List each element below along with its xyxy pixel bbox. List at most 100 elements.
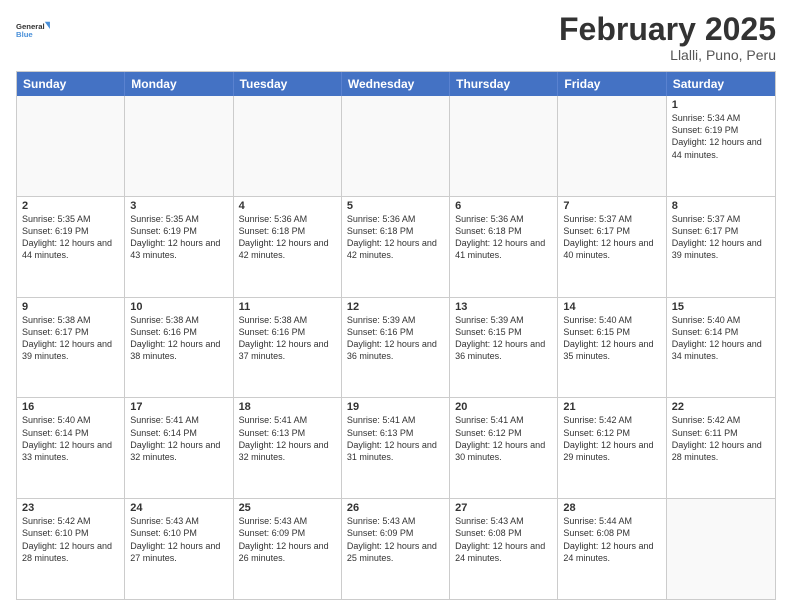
day-number: 12 [347,301,444,313]
day-info: Sunrise: 5:38 AM Sunset: 6:16 PM Dayligh… [239,314,336,363]
day-info: Sunrise: 5:43 AM Sunset: 6:09 PM Dayligh… [239,515,336,564]
header-day-monday: Monday [125,72,233,96]
day-info: Sunrise: 5:43 AM Sunset: 6:10 PM Dayligh… [130,515,227,564]
day-number: 19 [347,401,444,413]
header-day-sunday: Sunday [17,72,125,96]
calendar-empty-cell [234,96,342,196]
calendar-day-8: 8Sunrise: 5:37 AM Sunset: 6:17 PM Daylig… [667,197,775,297]
calendar-day-23: 23Sunrise: 5:42 AM Sunset: 6:10 PM Dayli… [17,499,125,599]
calendar-empty-cell [450,96,558,196]
day-number: 20 [455,401,552,413]
day-number: 15 [672,301,770,313]
calendar-day-12: 12Sunrise: 5:39 AM Sunset: 6:16 PM Dayli… [342,298,450,398]
calendar-day-27: 27Sunrise: 5:43 AM Sunset: 6:08 PM Dayli… [450,499,558,599]
calendar-day-6: 6Sunrise: 5:36 AM Sunset: 6:18 PM Daylig… [450,197,558,297]
header-day-tuesday: Tuesday [234,72,342,96]
calendar-day-15: 15Sunrise: 5:40 AM Sunset: 6:14 PM Dayli… [667,298,775,398]
day-info: Sunrise: 5:36 AM Sunset: 6:18 PM Dayligh… [347,213,444,262]
day-info: Sunrise: 5:41 AM Sunset: 6:14 PM Dayligh… [130,414,227,463]
day-number: 21 [563,401,660,413]
location-subtitle: Llalli, Puno, Peru [559,47,776,63]
day-number: 13 [455,301,552,313]
calendar-week-1: 1Sunrise: 5:34 AM Sunset: 6:19 PM Daylig… [17,96,775,196]
calendar-week-3: 9Sunrise: 5:38 AM Sunset: 6:17 PM Daylig… [17,297,775,398]
day-info: Sunrise: 5:43 AM Sunset: 6:09 PM Dayligh… [347,515,444,564]
calendar-day-22: 22Sunrise: 5:42 AM Sunset: 6:11 PM Dayli… [667,398,775,498]
logo-svg: General Blue [16,12,52,48]
calendar-day-11: 11Sunrise: 5:38 AM Sunset: 6:16 PM Dayli… [234,298,342,398]
calendar-empty-cell [667,499,775,599]
calendar-empty-cell [125,96,233,196]
calendar-header: SundayMondayTuesdayWednesdayThursdayFrid… [17,72,775,96]
day-number: 3 [130,200,227,212]
header: General Blue February 2025 Llalli, Puno,… [16,12,776,63]
calendar-day-3: 3Sunrise: 5:35 AM Sunset: 6:19 PM Daylig… [125,197,233,297]
svg-text:Blue: Blue [16,30,33,39]
title-block: February 2025 Llalli, Puno, Peru [559,12,776,63]
day-info: Sunrise: 5:38 AM Sunset: 6:16 PM Dayligh… [130,314,227,363]
month-title: February 2025 [559,12,776,47]
calendar-week-5: 23Sunrise: 5:42 AM Sunset: 6:10 PM Dayli… [17,498,775,599]
day-info: Sunrise: 5:37 AM Sunset: 6:17 PM Dayligh… [563,213,660,262]
day-info: Sunrise: 5:37 AM Sunset: 6:17 PM Dayligh… [672,213,770,262]
day-number: 28 [563,502,660,514]
day-number: 27 [455,502,552,514]
calendar-day-21: 21Sunrise: 5:42 AM Sunset: 6:12 PM Dayli… [558,398,666,498]
day-info: Sunrise: 5:38 AM Sunset: 6:17 PM Dayligh… [22,314,119,363]
header-day-saturday: Saturday [667,72,775,96]
calendar-empty-cell [17,96,125,196]
svg-text:General: General [16,22,45,31]
calendar-day-18: 18Sunrise: 5:41 AM Sunset: 6:13 PM Dayli… [234,398,342,498]
day-info: Sunrise: 5:39 AM Sunset: 6:16 PM Dayligh… [347,314,444,363]
header-day-thursday: Thursday [450,72,558,96]
calendar-day-9: 9Sunrise: 5:38 AM Sunset: 6:17 PM Daylig… [17,298,125,398]
calendar-day-10: 10Sunrise: 5:38 AM Sunset: 6:16 PM Dayli… [125,298,233,398]
day-number: 11 [239,301,336,313]
calendar-day-24: 24Sunrise: 5:43 AM Sunset: 6:10 PM Dayli… [125,499,233,599]
calendar-day-20: 20Sunrise: 5:41 AM Sunset: 6:12 PM Dayli… [450,398,558,498]
calendar-day-26: 26Sunrise: 5:43 AM Sunset: 6:09 PM Dayli… [342,499,450,599]
day-number: 4 [239,200,336,212]
day-number: 1 [672,99,770,111]
day-number: 7 [563,200,660,212]
calendar-day-1: 1Sunrise: 5:34 AM Sunset: 6:19 PM Daylig… [667,96,775,196]
day-number: 14 [563,301,660,313]
day-number: 10 [130,301,227,313]
day-number: 8 [672,200,770,212]
day-number: 2 [22,200,119,212]
header-day-friday: Friday [558,72,666,96]
calendar-day-5: 5Sunrise: 5:36 AM Sunset: 6:18 PM Daylig… [342,197,450,297]
day-info: Sunrise: 5:35 AM Sunset: 6:19 PM Dayligh… [22,213,119,262]
header-day-wednesday: Wednesday [342,72,450,96]
day-info: Sunrise: 5:36 AM Sunset: 6:18 PM Dayligh… [239,213,336,262]
day-info: Sunrise: 5:35 AM Sunset: 6:19 PM Dayligh… [130,213,227,262]
day-info: Sunrise: 5:41 AM Sunset: 6:13 PM Dayligh… [347,414,444,463]
calendar-day-28: 28Sunrise: 5:44 AM Sunset: 6:08 PM Dayli… [558,499,666,599]
calendar-day-25: 25Sunrise: 5:43 AM Sunset: 6:09 PM Dayli… [234,499,342,599]
day-number: 5 [347,200,444,212]
calendar-day-7: 7Sunrise: 5:37 AM Sunset: 6:17 PM Daylig… [558,197,666,297]
day-info: Sunrise: 5:43 AM Sunset: 6:08 PM Dayligh… [455,515,552,564]
calendar-body: 1Sunrise: 5:34 AM Sunset: 6:19 PM Daylig… [17,96,775,599]
day-info: Sunrise: 5:40 AM Sunset: 6:14 PM Dayligh… [22,414,119,463]
day-number: 9 [22,301,119,313]
day-number: 22 [672,401,770,413]
day-info: Sunrise: 5:39 AM Sunset: 6:15 PM Dayligh… [455,314,552,363]
day-number: 26 [347,502,444,514]
day-number: 25 [239,502,336,514]
day-info: Sunrise: 5:44 AM Sunset: 6:08 PM Dayligh… [563,515,660,564]
calendar-day-13: 13Sunrise: 5:39 AM Sunset: 6:15 PM Dayli… [450,298,558,398]
calendar-day-19: 19Sunrise: 5:41 AM Sunset: 6:13 PM Dayli… [342,398,450,498]
day-info: Sunrise: 5:34 AM Sunset: 6:19 PM Dayligh… [672,112,770,161]
day-info: Sunrise: 5:41 AM Sunset: 6:12 PM Dayligh… [455,414,552,463]
day-number: 16 [22,401,119,413]
calendar-day-17: 17Sunrise: 5:41 AM Sunset: 6:14 PM Dayli… [125,398,233,498]
page: General Blue February 2025 Llalli, Puno,… [0,0,792,612]
calendar-day-4: 4Sunrise: 5:36 AM Sunset: 6:18 PM Daylig… [234,197,342,297]
day-info: Sunrise: 5:40 AM Sunset: 6:15 PM Dayligh… [563,314,660,363]
day-number: 18 [239,401,336,413]
day-info: Sunrise: 5:41 AM Sunset: 6:13 PM Dayligh… [239,414,336,463]
calendar-day-2: 2Sunrise: 5:35 AM Sunset: 6:19 PM Daylig… [17,197,125,297]
day-number: 17 [130,401,227,413]
calendar-empty-cell [558,96,666,196]
